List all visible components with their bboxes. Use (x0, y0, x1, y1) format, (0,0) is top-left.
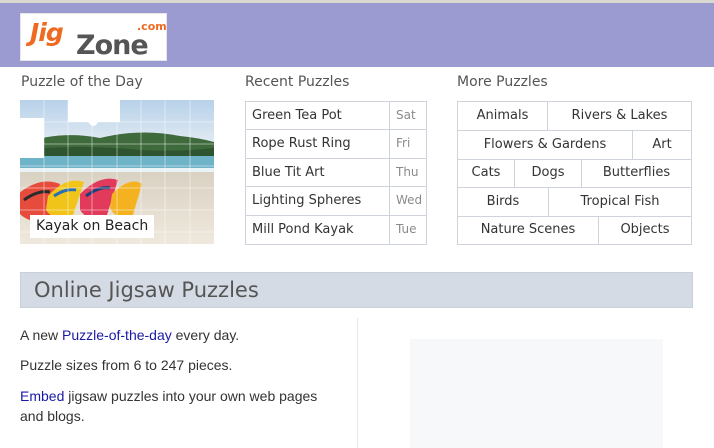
column-divider (357, 318, 358, 448)
recent-puzzles-list: Green Tea Pot Sat Rope Rust Ring Fri Blu… (245, 101, 427, 245)
recent-puzzle-name[interactable]: Green Tea Pot (252, 108, 342, 123)
puzzle-of-the-day-heading: Puzzle of the Day (21, 74, 143, 90)
logo-jig-text: Jig (30, 18, 64, 47)
category-nature-scenes[interactable]: Nature Scenes (458, 216, 599, 245)
recent-puzzle-day: Wed (389, 187, 426, 215)
recent-puzzle-row[interactable]: Green Tea Pot Sat (246, 102, 426, 131)
section-header-bar: Online Jigsaw Puzzles (20, 272, 693, 308)
category-tropical-fish[interactable]: Tropical Fish (549, 188, 691, 217)
intro-paragraph-daily: A new Puzzle-of-the-day every day. (20, 325, 340, 345)
embed-link[interactable]: Embed (20, 388, 64, 404)
category-birds[interactable]: Birds (458, 187, 549, 217)
intro-paragraph-sizes: Puzzle sizes from 6 to 247 pieces. (20, 357, 233, 373)
recent-puzzle-day: Sat (389, 102, 426, 130)
site-header: Jig Zone .com (0, 3, 714, 67)
recent-puzzle-name[interactable]: Lighting Spheres (252, 193, 361, 208)
category-butterflies[interactable]: Butterflies (582, 159, 691, 188)
logo-com-text: .com (137, 20, 167, 33)
puzzle-of-the-day-link[interactable]: Puzzle-of-the-day (62, 327, 172, 343)
section-title: Online Jigsaw Puzzles (34, 278, 259, 302)
recent-puzzles-heading: Recent Puzzles (245, 74, 350, 90)
advertisement-placeholder (410, 339, 663, 448)
recent-puzzle-row[interactable]: Mill Pond Kayak Tue (246, 215, 426, 244)
logo-zone-text: Zone (76, 30, 149, 61)
intro-text: every day. (171, 327, 240, 343)
puzzle-of-the-day-caption[interactable]: Kayak on Beach (30, 215, 155, 238)
recent-puzzle-row[interactable]: Rope Rust Ring Fri (246, 130, 426, 159)
recent-puzzle-day: Thu (389, 158, 426, 187)
category-art[interactable]: Art (633, 131, 691, 160)
recent-puzzle-row[interactable]: Blue Tit Art Thu (246, 158, 426, 188)
category-animals[interactable]: Animals (458, 102, 548, 131)
recent-puzzle-name[interactable]: Blue Tit Art (252, 165, 325, 180)
intro-paragraph-embed: Embed jigsaw puzzles into your own web p… (20, 386, 340, 426)
intro-text: A new (20, 327, 63, 343)
more-puzzles-grid: Animals Rivers & Lakes Flowers & Gardens… (457, 101, 692, 245)
category-objects[interactable]: Objects (599, 216, 691, 245)
category-flowers-gardens[interactable]: Flowers & Gardens (458, 130, 633, 160)
intro-text: jigsaw puzzles into your own web pages a… (20, 388, 318, 424)
category-dogs[interactable]: Dogs (515, 159, 582, 188)
recent-puzzle-name[interactable]: Mill Pond Kayak (252, 222, 354, 237)
jigzone-logo[interactable]: Jig Zone .com (20, 13, 167, 61)
more-puzzles-heading: More Puzzles (457, 74, 548, 90)
recent-puzzle-row[interactable]: Lighting Spheres Wed (246, 187, 426, 216)
category-cats[interactable]: Cats (458, 159, 515, 188)
recent-puzzle-day: Fri (389, 130, 426, 158)
recent-puzzle-name[interactable]: Rope Rust Ring (252, 136, 351, 151)
category-rivers-lakes[interactable]: Rivers & Lakes (548, 102, 691, 131)
recent-puzzle-day: Tue (389, 215, 426, 244)
